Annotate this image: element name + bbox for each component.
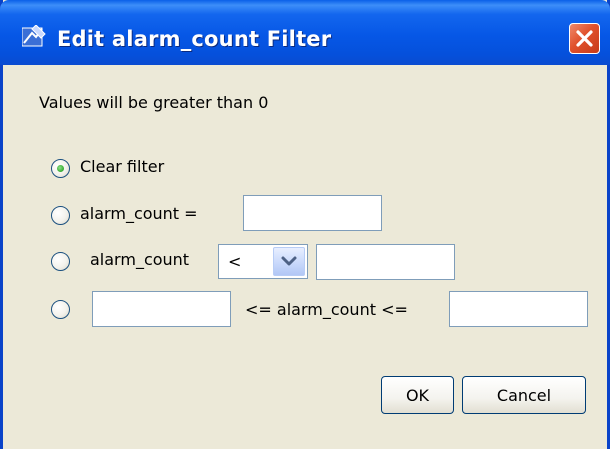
clear-filter-radio[interactable] xyxy=(51,159,70,178)
title-bar[interactable]: Edit alarm_count Filter xyxy=(0,0,610,65)
range-max-field[interactable] xyxy=(449,291,588,327)
chevron-down-icon xyxy=(281,256,297,266)
edit-filter-icon xyxy=(21,24,46,47)
operator-dropdown-button[interactable] xyxy=(273,247,305,276)
compare-label: alarm_count xyxy=(90,250,190,269)
range-min-field[interactable] xyxy=(92,291,231,327)
range-between-label: <= alarm_count <= xyxy=(245,300,408,319)
close-button[interactable] xyxy=(569,23,600,54)
radio-selected-dot xyxy=(57,165,64,172)
equals-label: alarm_count = xyxy=(80,204,198,223)
operator-value: < xyxy=(228,252,242,271)
close-icon xyxy=(576,30,593,47)
range-radio[interactable] xyxy=(51,300,70,319)
equals-radio[interactable] xyxy=(51,206,70,225)
ok-button[interactable]: OK xyxy=(381,376,454,414)
compare-radio[interactable] xyxy=(51,252,70,271)
operator-select[interactable]: < xyxy=(218,244,308,279)
filter-dialog: Edit alarm_count Filter Values will be g… xyxy=(0,0,610,449)
clear-filter-label: Clear filter xyxy=(80,157,165,176)
dialog-title: Edit alarm_count Filter xyxy=(57,27,332,51)
info-text: Values will be greater than 0 xyxy=(39,93,269,112)
compare-value-field[interactable] xyxy=(316,244,455,280)
cancel-button[interactable]: Cancel xyxy=(462,376,586,414)
equals-value-field[interactable] xyxy=(243,195,382,231)
